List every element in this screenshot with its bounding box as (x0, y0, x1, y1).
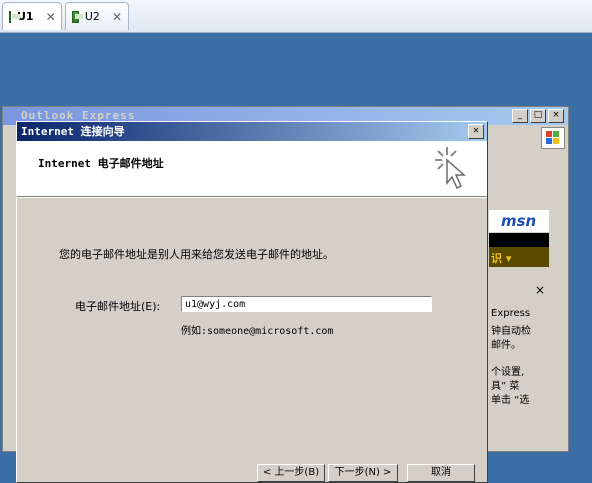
wizard-header: Internet 电子邮件地址 (17, 141, 487, 197)
msn-logo: msn (489, 210, 549, 232)
minimize-button[interactable]: _ (512, 109, 528, 123)
msn-text: msn (501, 212, 537, 230)
wizard-page-title: Internet 电子邮件地址 (38, 157, 164, 170)
msn-dark-strip (489, 233, 549, 248)
windows-flag-icon (541, 127, 565, 149)
pane-text-line: 单击 “选 (491, 395, 530, 406)
pane-text-line: 邮件。 (491, 340, 521, 351)
pane-text-line: 具” 菜 (491, 381, 520, 392)
pane-text-line: Express (491, 308, 531, 319)
window-controls: _ □ × (512, 109, 564, 123)
email-field[interactable] (181, 296, 432, 312)
pane-text-line: 个设置, (491, 367, 525, 378)
next-button[interactable]: 下一步(N) > (328, 464, 398, 482)
close-icon[interactable]: ✕ (46, 10, 56, 24)
close-button[interactable]: ✕ (468, 124, 484, 139)
tab-u1[interactable]: U1 ✕ (2, 2, 62, 30)
cancel-button[interactable]: 取消 (407, 464, 475, 482)
desktop: Outlook Express _ □ × msn 识 ▾ × Express … (0, 33, 592, 483)
outlook-right-pane: msn 识 ▾ × Express 钟自动检 邮件。 个设置, 具” 菜 单击 … (489, 127, 568, 451)
email-label: 电子邮件地址(E): (75, 300, 161, 313)
pane-text-line: 钟自动检 (491, 326, 531, 337)
vm-tab-bar: U1 ✕ U2 ✕ (0, 0, 592, 33)
tab-u2[interactable]: U2 ✕ (65, 2, 129, 30)
wizard-title-bar[interactable]: Internet 连接向导 ✕ (17, 122, 487, 141)
vm-icon (9, 10, 20, 23)
wizard-sparkle-icon (435, 147, 466, 190)
wizard-title: Internet 连接向导 (21, 125, 125, 138)
close-icon[interactable]: ✕ (112, 10, 122, 24)
maximize-button[interactable]: □ (530, 109, 546, 123)
close-button[interactable]: × (548, 109, 564, 123)
back-button[interactable]: < 上一步(B) (257, 464, 325, 482)
wizard-description: 您的电子邮件地址是别人用来给您发送电子邮件的地址。 (59, 248, 334, 261)
pane-close-icon[interactable]: × (535, 283, 545, 297)
header-divider (17, 197, 487, 198)
vm-icon (72, 10, 83, 23)
email-example: 例如:someone@microsoft.com (181, 326, 334, 337)
internet-connection-wizard: Internet 连接向导 ✕ Internet 电子邮件地址 您的电子邮件地址… (16, 121, 488, 483)
msn-bar-text: 识 ▾ (491, 252, 512, 265)
msn-bar: 识 ▾ (489, 247, 549, 267)
tab-label: U2 (84, 10, 100, 23)
